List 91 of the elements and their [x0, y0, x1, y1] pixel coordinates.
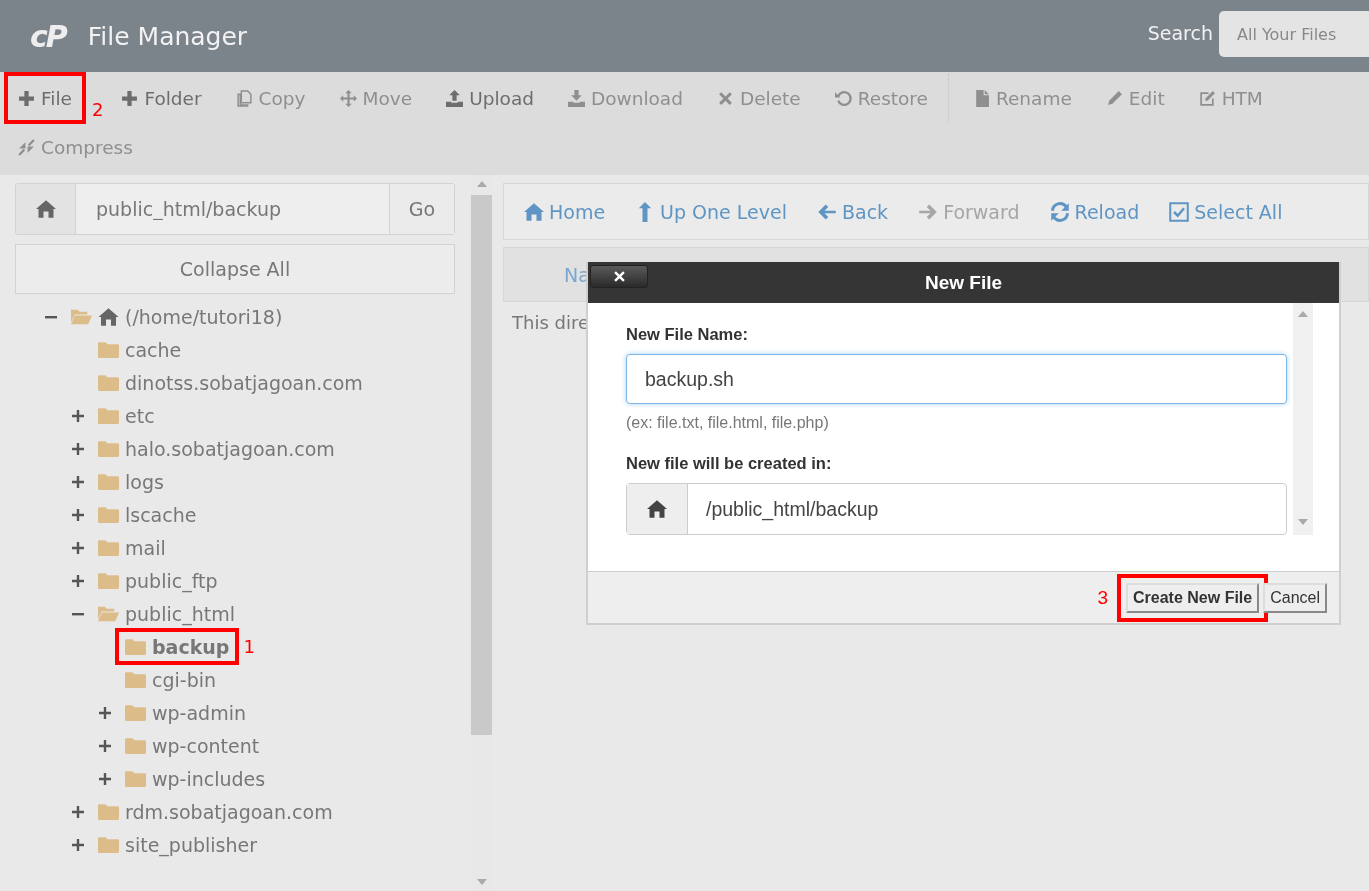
edit-icon: [1198, 89, 1216, 107]
upload-icon: [446, 89, 464, 107]
delete-icon: [716, 89, 734, 107]
folder-icon: [98, 473, 119, 490]
callout-number: 2: [91, 98, 104, 120]
tree-item[interactable]: halo.sobatjagoan.com: [90, 432, 343, 465]
close-icon[interactable]: [613, 271, 625, 282]
toolbar-button[interactable]: Folder: [107, 72, 216, 124]
compress-icon: [18, 138, 35, 156]
callout-number: 1: [243, 636, 255, 657]
nav-button[interactable]: Reload: [1037, 194, 1152, 229]
search-scope-dropdown[interactable]: All Your Files: [1219, 11, 1369, 57]
expand-icon[interactable]: [72, 838, 84, 851]
expand-icon[interactable]: [72, 574, 84, 587]
dialog-title: New File: [924, 271, 1003, 294]
move-icon: [339, 89, 357, 107]
folder-icon: [98, 341, 119, 358]
tree-item[interactable]: rdm.sobatjagoan.com: [90, 795, 341, 828]
location-value: /public_html/backup: [705, 496, 879, 523]
download-icon: [568, 89, 585, 107]
folder-icon: [98, 407, 119, 424]
search-label: Search: [1147, 22, 1213, 44]
tree-item[interactable]: public_html: [90, 597, 243, 630]
plus-icon: [18, 89, 35, 107]
tree-item[interactable]: mail: [90, 531, 174, 564]
path-field[interactable]: public_html/backup Go: [15, 183, 455, 235]
folder-icon: [125, 737, 146, 754]
nav-button[interactable]: Back: [805, 194, 901, 229]
home-icon: [524, 201, 544, 222]
expand-icon[interactable]: [99, 772, 111, 785]
tree-item[interactable]: dinotss.sobatjagoan.com: [90, 366, 371, 399]
file-name-input[interactable]: backup.sh: [626, 354, 1287, 404]
home-icon: [98, 306, 119, 327]
home-icon: [35, 199, 56, 219]
tree-item[interactable]: cache: [90, 333, 190, 366]
tree-item[interactable]: cgi-bin: [117, 663, 225, 696]
callout-number: 3: [1097, 586, 1109, 609]
go-button[interactable]: Go: [389, 184, 454, 234]
open-folder-icon: [71, 308, 92, 325]
app-title: File Manager: [87, 21, 248, 51]
toolbar-button[interactable]: Upload: [432, 72, 548, 124]
plus-icon: [121, 89, 139, 107]
field-hint: (ex: file.txt, file.html, file.php): [626, 414, 830, 432]
home-button[interactable]: [16, 184, 76, 234]
cancel-button[interactable]: Cancel: [1263, 582, 1327, 613]
expand-icon[interactable]: [72, 442, 84, 455]
home-icon: [646, 499, 668, 519]
folder-icon: [98, 803, 119, 820]
collapse-all-button[interactable]: Collapse All: [15, 244, 455, 294]
tree-item[interactable]: wp-admin: [117, 696, 254, 729]
logo: cP: [30, 18, 66, 54]
expand-icon[interactable]: [99, 706, 111, 719]
folder-icon: [98, 506, 119, 523]
folder-icon: [125, 671, 146, 688]
folder-icon: [98, 836, 119, 853]
checkbox-icon: [1169, 201, 1190, 222]
folder-icon: [98, 440, 119, 457]
pencil-icon: [1105, 89, 1123, 107]
tree-item[interactable]: backup: [117, 630, 238, 663]
expand-icon[interactable]: [72, 475, 84, 488]
expand-icon[interactable]: [99, 739, 111, 752]
expand-icon[interactable]: [72, 541, 84, 554]
toolbar-button[interactable]: File: [4, 72, 86, 124]
folder-icon: [98, 539, 119, 556]
tree-item[interactable]: (/home/tutori18): [63, 300, 291, 333]
field-label: New File Name:: [626, 325, 749, 344]
field-label: New file will be created in:: [626, 454, 833, 473]
copy-icon: [235, 89, 253, 107]
folder-icon: [125, 770, 146, 787]
restore-icon: [834, 89, 852, 107]
scrollbar-thumb[interactable]: [471, 195, 492, 735]
folder-icon: [98, 572, 119, 589]
tree-item[interactable]: site_publisher: [90, 828, 265, 861]
open-folder-icon: [98, 605, 119, 622]
tree-item[interactable]: etc: [90, 399, 163, 432]
expand-icon[interactable]: [72, 805, 84, 818]
tree-item[interactable]: public_ftp: [90, 564, 226, 597]
nav-button[interactable]: Home: [512, 194, 618, 229]
nav-button[interactable]: Up One Level: [623, 194, 799, 229]
tree-item[interactable]: wp-includes: [117, 762, 274, 795]
folder-icon: [125, 704, 146, 721]
tree-item[interactable]: wp-content: [117, 729, 268, 762]
tree-item[interactable]: lscache: [90, 498, 205, 531]
reload-icon: [1049, 201, 1070, 222]
nav-button[interactable]: Select All: [1157, 194, 1295, 229]
expand-icon[interactable]: [72, 409, 84, 422]
folder-icon: [125, 638, 146, 655]
expand-icon[interactable]: [72, 508, 84, 521]
tree-item[interactable]: logs: [90, 465, 172, 498]
folder-icon: [98, 374, 119, 391]
close-button[interactable]: [590, 265, 648, 288]
